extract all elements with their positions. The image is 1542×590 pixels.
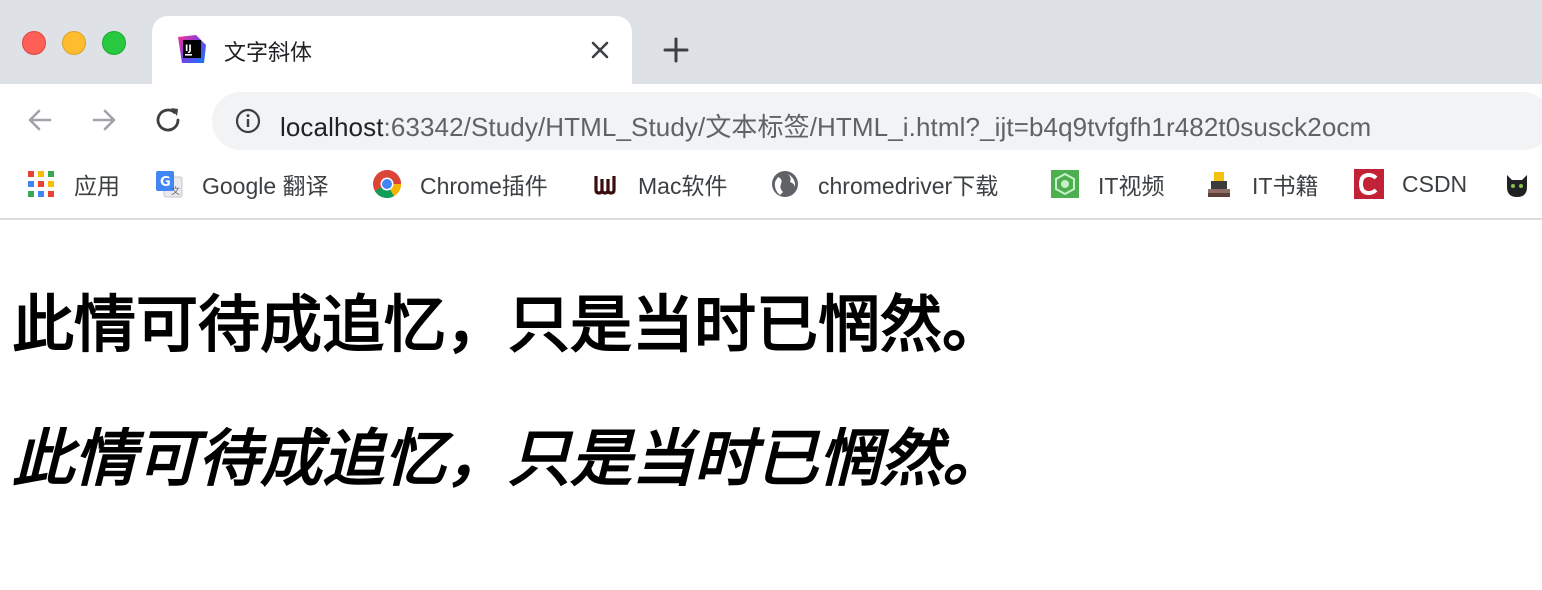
bookmark-csdn[interactable]: CSDN — [1354, 168, 1467, 200]
svg-text:G: G — [160, 175, 171, 190]
mac-software-icon — [594, 176, 616, 195]
apps-grid-icon — [28, 171, 54, 197]
bookmark-label: 应用 — [74, 173, 120, 199]
active-tab[interactable]: IJ 文字斜体 — [152, 16, 632, 84]
bookmark-label: Mac软件 — [638, 173, 728, 199]
chrome-icon — [373, 170, 401, 198]
it-books-icon — [1208, 172, 1230, 197]
window-minimize-button[interactable] — [62, 31, 86, 55]
new-tab-icon[interactable] — [660, 34, 692, 66]
bookmark-it-books[interactable]: IT书籍 — [1204, 168, 1318, 200]
browser-window: IJ 文字斜体 localhost:63342/Study/HTML_Study… — [0, 0, 1542, 590]
bookmark-label: IT视频 — [1098, 173, 1165, 199]
svg-text:文: 文 — [171, 185, 180, 197]
bookmark-label: chromedriver下载 — [818, 173, 999, 199]
address-bar[interactable]: localhost:63342/Study/HTML_Study/文本标签/HT… — [212, 92, 1542, 150]
it-video-icon — [1051, 170, 1079, 198]
bookmark-label: CSDN — [1402, 170, 1468, 197]
bookmark-apps[interactable]: 应用 — [26, 168, 120, 200]
bookmark-label: Chrome插件 — [420, 173, 548, 199]
tab-close-icon[interactable] — [586, 36, 614, 64]
bookmark-overflow[interactable] — [1502, 168, 1532, 200]
bookmark-label: IT书籍 — [1252, 173, 1319, 199]
forward-arrow-icon[interactable] — [88, 104, 120, 136]
bookmark-mac-software[interactable]: Mac软件 — [590, 168, 727, 200]
back-arrow-icon[interactable] — [24, 104, 56, 136]
info-icon[interactable] — [234, 107, 262, 135]
google-translate-icon: G 文 — [156, 171, 183, 198]
bookmark-label: Google 翻译 — [202, 173, 329, 199]
normal-text: 此情可待成追忆，只是当时已惘然。 — [12, 288, 1005, 361]
tab-title: 文字斜体 — [224, 40, 313, 65]
svg-text:IJ: IJ — [185, 44, 192, 54]
csdn-icon — [1354, 169, 1384, 199]
toolbar: localhost:63342/Study/HTML_Study/文本标签/HT… — [0, 84, 1542, 158]
url-path: :63342/Study/HTML_Study/文本标签/HTML_i.html… — [383, 112, 1372, 142]
reload-icon[interactable] — [152, 104, 184, 136]
window-close-button[interactable] — [22, 31, 46, 55]
bookmark-it-video[interactable]: IT视频 — [1050, 168, 1164, 200]
bookmark-chromedriver[interactable]: chromedriver下载 — [770, 168, 998, 200]
italic-text: 此情可待成追忆，只是当时已惘然。 — [12, 422, 1005, 495]
intellij-icon: IJ — [178, 35, 206, 63]
url-text[interactable]: localhost:63342/Study/HTML_Study/文本标签/HT… — [280, 107, 1371, 144]
tab-strip: IJ 文字斜体 — [0, 0, 1542, 84]
bookmark-google-translate[interactable]: G 文 Google 翻译 — [154, 168, 329, 200]
page-content: 此情可待成追忆，只是当时已惘然。 此情可待成追忆，只是当时已惘然。 — [0, 222, 1542, 590]
window-maximize-button[interactable] — [102, 31, 126, 55]
bookmarks-bar: 应用 G 文 Google 翻译 Chrome插件 Mac软件 chromedr… — [0, 158, 1542, 220]
url-host: localhost — [280, 112, 384, 142]
globe-icon — [772, 171, 798, 197]
bookmark-chrome-plugins[interactable]: Chrome插件 — [372, 168, 548, 200]
cat-icon — [1507, 175, 1527, 197]
